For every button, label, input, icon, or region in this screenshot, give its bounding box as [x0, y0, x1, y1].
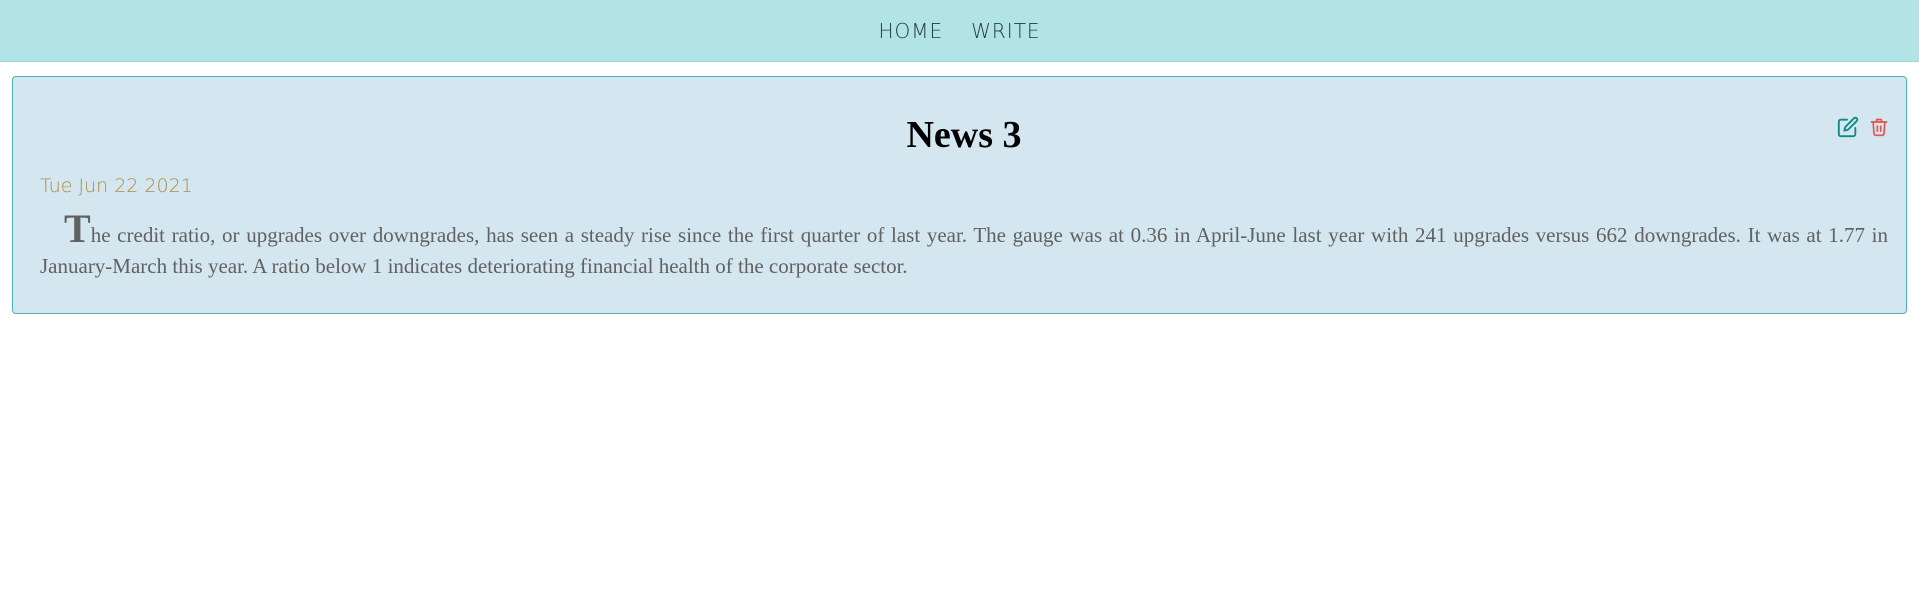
trash-icon[interactable] [1869, 116, 1889, 138]
post-title: News 3 [906, 114, 1022, 156]
post-body-text: he credit ratio, or upgrades over downgr… [40, 222, 1888, 278]
edit-icon[interactable] [1837, 116, 1859, 138]
top-navbar: HOME WRITE [0, 0, 1919, 62]
post-date: Tue Jun 22 2021 [40, 174, 193, 197]
nav-write-link[interactable]: WRITE [971, 19, 1040, 43]
post-card: News 3 Tue Jun 22 2021 The credit ratio,… [12, 76, 1907, 314]
post-body-dropcap: T [64, 205, 91, 251]
nav-home-link[interactable]: HOME [878, 19, 943, 43]
post-actions [1837, 116, 1889, 138]
post-body: The credit ratio, or upgrades over downg… [40, 208, 1888, 282]
main-nav: HOME WRITE [878, 19, 1040, 43]
